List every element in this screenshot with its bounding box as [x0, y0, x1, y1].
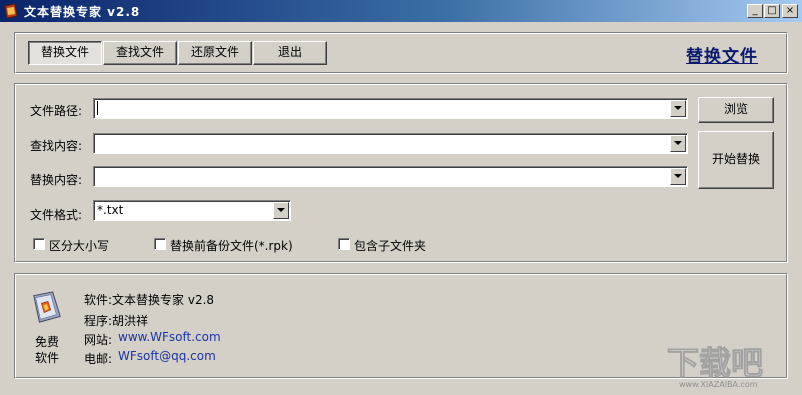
case-sensitive-checkbox[interactable]: [33, 238, 45, 250]
start-replace-button-label: 开始替换: [711, 152, 760, 166]
free-label-line1: 免费: [35, 335, 60, 349]
software-name: 软件:文本替换专家 v2.8: [84, 293, 215, 307]
free-label-line2: 软件: [35, 351, 60, 365]
watermark-logo-icon: 下载吧 www.XIAZAIBA.com: [667, 344, 764, 390]
email-link[interactable]: WFsoft@qq.com: [118, 349, 216, 363]
find-dropdown-arrow-icon[interactable]: [670, 135, 686, 152]
tab-find-files[interactable]: 查找文件: [103, 41, 177, 65]
free-software-box-icon: [33, 291, 61, 323]
find-label: 查找内容:: [30, 139, 83, 153]
tab-restore-files-label: 还原文件: [190, 45, 239, 59]
browse-button-label: 浏览: [723, 102, 748, 116]
file-path-label: 文件路径:: [30, 104, 83, 118]
file-path-dropdown-arrow-icon[interactable]: [670, 100, 686, 117]
start-replace-button[interactable]: 开始替换: [698, 131, 774, 189]
include-subfolders-checkbox[interactable]: [338, 238, 350, 250]
maximize-button[interactable]: □: [764, 4, 780, 18]
replace-combo[interactable]: [93, 166, 688, 187]
tab-restore-files[interactable]: 还原文件: [178, 41, 252, 65]
tab-find-files-label: 查找文件: [115, 45, 164, 59]
title-bar: 文本替换专家 v2.8 _ □ ×: [0, 0, 802, 22]
section-title: 替换文件: [686, 47, 758, 67]
svg-text:www.XIAZAIBA.com: www.XIAZAIBA.com: [679, 380, 758, 389]
replace-dropdown-arrow-icon[interactable]: [670, 168, 686, 185]
format-dropdown-arrow-icon[interactable]: [273, 202, 289, 219]
app-icon: [4, 3, 18, 19]
window-title: 文本替换专家 v2.8: [24, 5, 141, 19]
email-label: 电邮:: [84, 352, 113, 366]
website-label: 网站:: [84, 333, 113, 347]
format-combo[interactable]: *.txt: [93, 200, 291, 221]
file-path-combo[interactable]: [93, 98, 688, 119]
find-combo[interactable]: [93, 133, 688, 154]
replace-label: 替换内容:: [30, 173, 83, 187]
text-caret: [97, 101, 98, 115]
browse-button[interactable]: 浏览: [698, 97, 774, 123]
author: 程序:胡洪祥: [84, 314, 149, 328]
format-value: *.txt: [97, 203, 124, 217]
exit-button[interactable]: 退出: [253, 41, 327, 65]
tab-replace-files-label: 替换文件: [40, 45, 89, 59]
include-subfolders-label[interactable]: 包含子文件夹: [354, 237, 426, 254]
backup-label[interactable]: 替换前备份文件(*.rpk): [170, 237, 293, 254]
exit-button-label: 退出: [277, 45, 302, 59]
format-label: 文件格式:: [30, 208, 83, 222]
case-sensitive-label[interactable]: 区分大小写: [49, 237, 109, 254]
tab-replace-files[interactable]: 替换文件: [28, 41, 102, 65]
website-link[interactable]: www.WFsoft.com: [118, 330, 221, 344]
watermark-logo: 下载吧 www.XIAZAIBA.com: [665, 338, 795, 390]
svg-text:下载吧: 下载吧: [667, 344, 763, 382]
backup-checkbox[interactable]: [154, 238, 166, 250]
close-button[interactable]: ×: [782, 4, 798, 18]
minimize-button[interactable]: _: [747, 4, 763, 18]
